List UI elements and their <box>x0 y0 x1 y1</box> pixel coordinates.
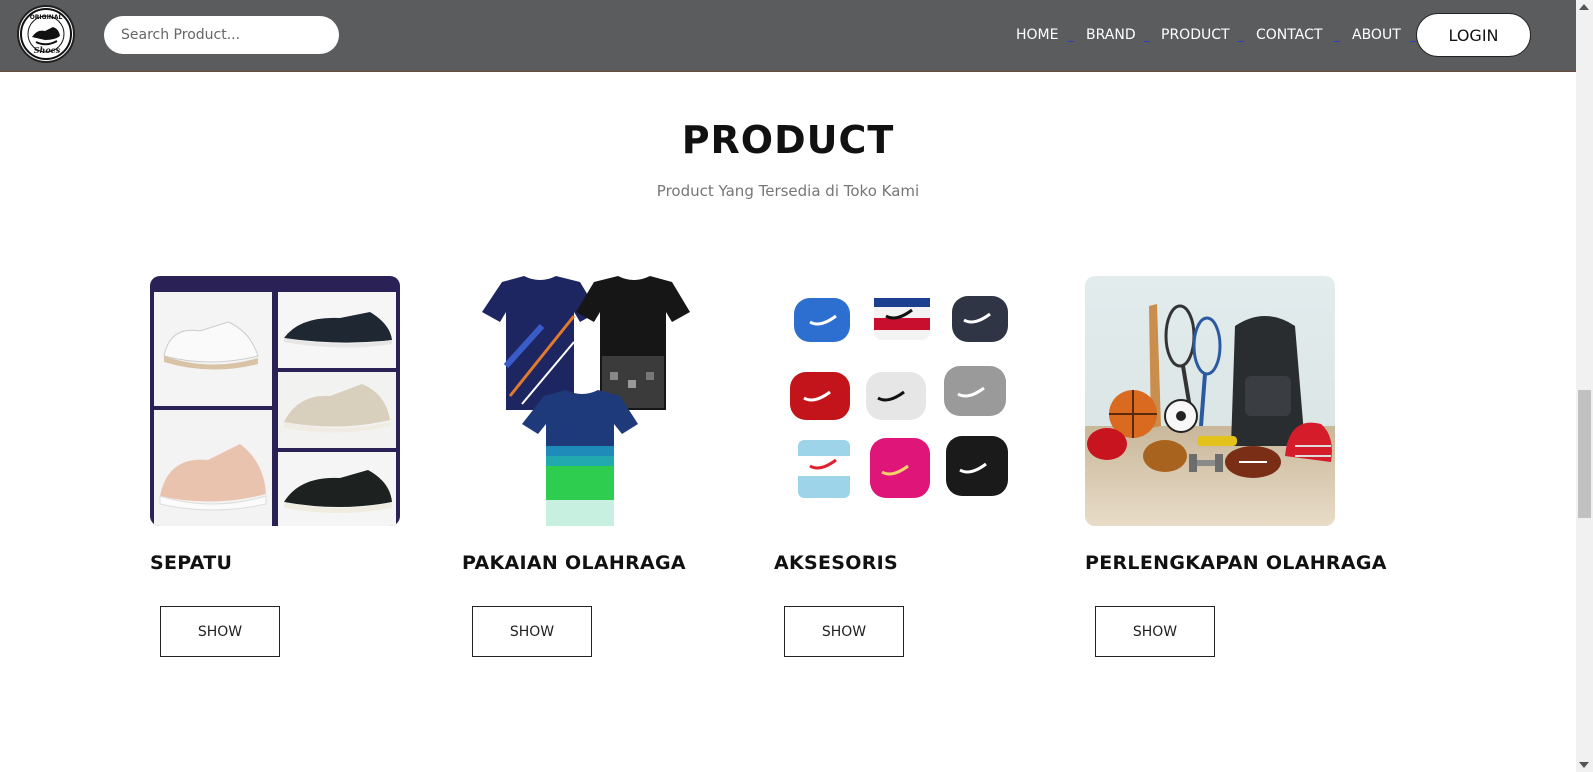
logo[interactable]: ORIGINAL Shoes <box>17 5 75 63</box>
search-input[interactable] <box>104 16 339 54</box>
section-title: PRODUCT <box>681 118 895 162</box>
section-subtitle: Product Yang Tersedia di Toko Kami <box>656 182 920 200</box>
shoes-collage-image[interactable] <box>150 276 400 526</box>
sport-jerseys-image[interactable] <box>462 276 712 526</box>
login-button[interactable]: LOGIN <box>1416 13 1531 57</box>
product-card: AKSESORIS SHOW <box>774 276 1044 666</box>
show-button[interactable]: SHOW <box>784 606 904 657</box>
scrollbar-track[interactable] <box>1576 0 1593 772</box>
nav-product[interactable]: PRODUCT <box>1161 27 1230 43</box>
scroll-down-icon[interactable] <box>1579 762 1589 768</box>
shoe-logo-icon: ORIGINAL Shoes <box>20 8 72 60</box>
show-button[interactable]: SHOW <box>1095 606 1215 657</box>
product-name: AKSESORIS <box>774 552 899 574</box>
nav-separator <box>1410 41 1416 42</box>
nav-separator <box>1238 41 1244 42</box>
scroll-up-icon[interactable] <box>1579 4 1589 10</box>
sports-equipment-image[interactable] <box>1085 276 1335 526</box>
product-card: PAKAIAN OLAHRAGA SHOW <box>462 276 732 666</box>
product-card: PERLENGKAPAN OLAHRAGA SHOW <box>1085 276 1386 666</box>
nav-about[interactable]: ABOUT <box>1352 27 1401 43</box>
product-name: SEPATU <box>150 552 233 574</box>
nav-home[interactable]: HOME <box>1016 27 1058 43</box>
product-card: SEPATU SHOW <box>150 276 420 666</box>
nav-separator <box>1334 41 1340 42</box>
nav-contact[interactable]: CONTACT <box>1256 27 1322 43</box>
svg-text:Shoes: Shoes <box>34 45 61 55</box>
product-name: PERLENGKAPAN OLAHRAGA <box>1085 552 1387 574</box>
scrollbar-thumb[interactable] <box>1578 390 1591 518</box>
show-button[interactable]: SHOW <box>160 606 280 657</box>
nav-brand[interactable]: BRAND <box>1086 27 1136 43</box>
wristbands-image[interactable] <box>774 276 1024 526</box>
svg-text:ORIGINAL: ORIGINAL <box>30 14 63 21</box>
nav-separator <box>1068 41 1074 42</box>
product-name: PAKAIAN OLAHRAGA <box>462 552 686 574</box>
nav-separator <box>1144 41 1150 42</box>
show-button[interactable]: SHOW <box>472 606 592 657</box>
navbar: ORIGINAL Shoes HOME BRAND PRODUCT CONTAC… <box>0 0 1576 72</box>
